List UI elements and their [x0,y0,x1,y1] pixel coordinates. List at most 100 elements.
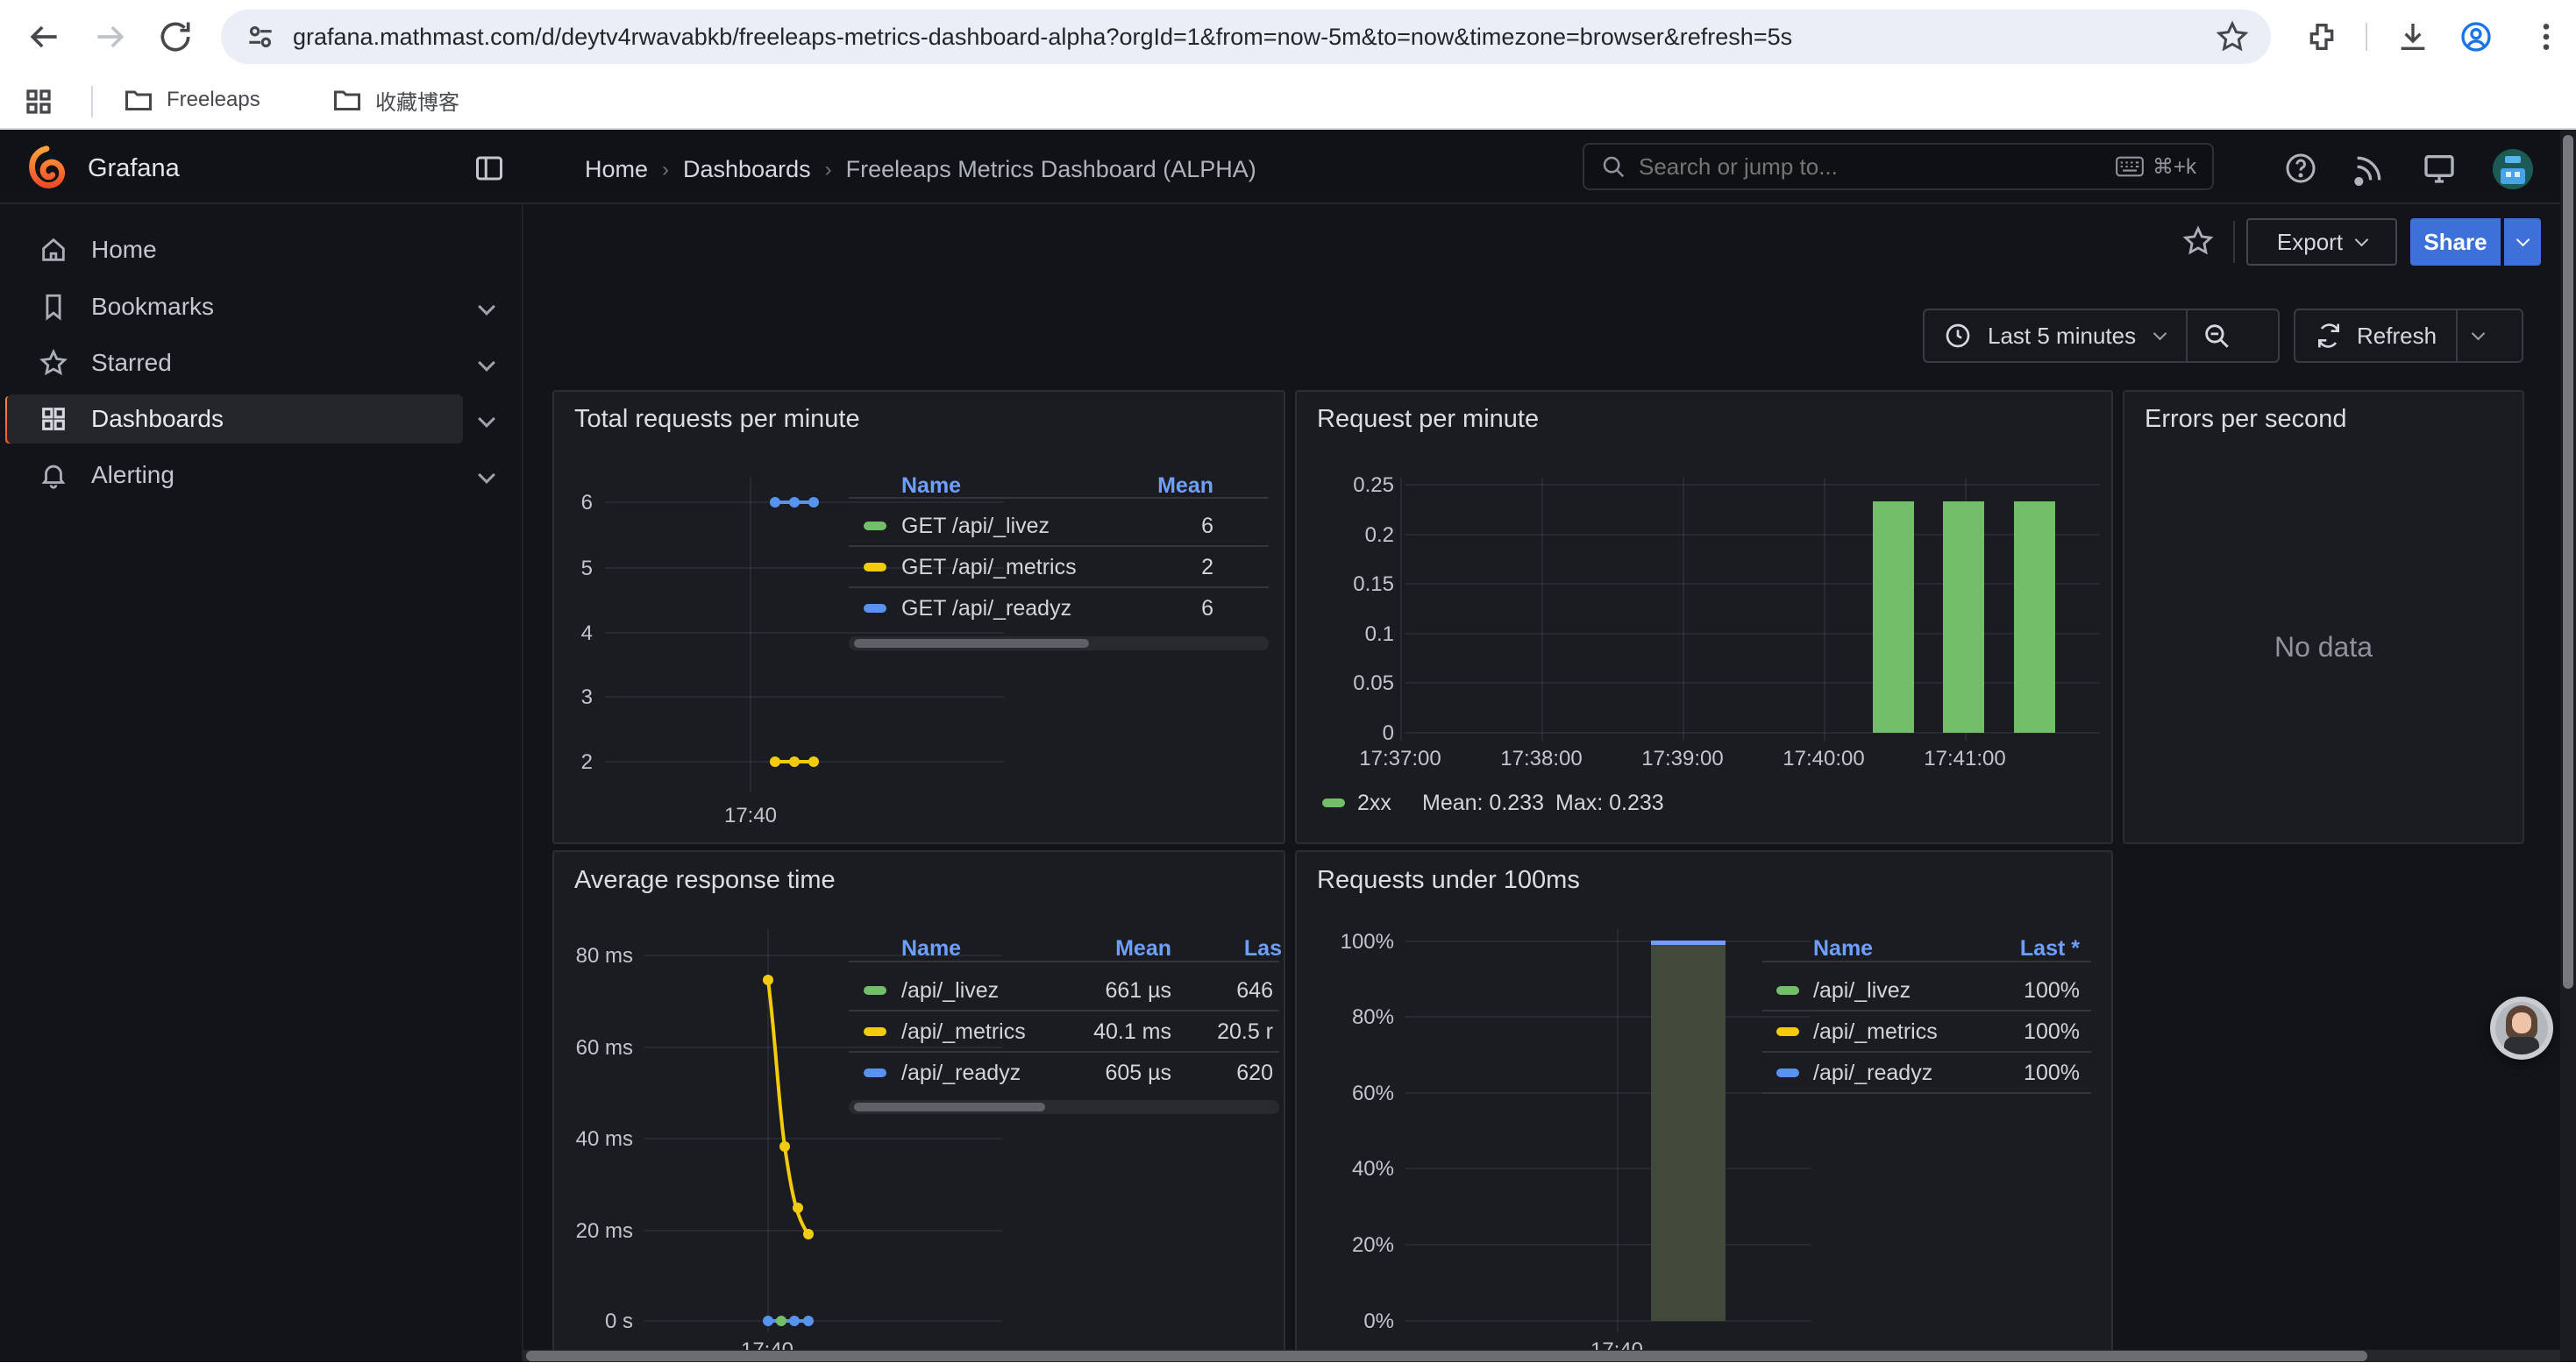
legend-series-label[interactable]: /api/_readyz [901,1061,1021,1086]
bookmark-folder-blogs[interactable]: 收藏博客 [331,84,459,116]
bar-2xx [1943,501,1984,733]
gridline [1405,534,2100,536]
legend-series-label[interactable]: /api/_metrics [901,1019,1026,1045]
bookmark-star-icon[interactable] [2215,19,2250,54]
legend-series-label[interactable]: GET /api/_livez [901,514,1050,539]
legend-series-label[interactable]: /api/_readyz [1813,1061,1932,1086]
sidebar-item-alerting[interactable]: Alerting [7,451,463,500]
legend-series-label[interactable]: /api/_metrics [1813,1019,1938,1045]
legend-series-label[interactable]: 2xx [1357,791,1391,816]
panel-title[interactable]: Errors per second [2145,405,2347,434]
download-icon[interactable] [2395,19,2430,54]
legend-series-label[interactable]: GET /api/_readyz [901,596,1071,621]
search-input[interactable] [1639,153,2103,181]
legend-header-mean[interactable]: Mean [1126,473,1213,499]
y-tick: 0% [1306,1310,1394,1334]
breadcrumb: Home › Dashboards › Freeleaps Metrics Da… [585,156,1256,183]
area-fill-under-100ms [1651,945,1726,1321]
panel-title[interactable]: Total requests per minute [574,405,860,434]
extensions-icon[interactable] [2304,19,2339,54]
y-tick: 80% [1306,1005,1394,1030]
url-bar[interactable]: grafana.mathmast.com/d/deytv4rwavabkb/fr… [221,10,2271,64]
profile-icon[interactable] [2459,19,2494,54]
avatar-pixel [2506,172,2511,177]
gridline [1405,941,1811,942]
brand-name: Grafana [88,154,180,183]
y-tick: 80 ms [545,944,633,969]
search-shortcut: ⌘+k [2116,154,2196,180]
news-rss-icon[interactable] [2352,151,2387,186]
time-range-picker[interactable]: Last 5 minutes [1923,309,2280,363]
grafana-logo-icon[interactable] [26,146,67,189]
series-swatch [1776,986,1799,995]
legend-series-label[interactable]: /api/_livez [901,978,999,1004]
chevron-down-icon [2153,326,2167,340]
bell-icon [39,460,68,490]
url-text[interactable]: grafana.mathmast.com/d/deytv4rwavabkb/fr… [293,24,2215,51]
panel-title[interactable]: Requests under 100ms [1317,866,1580,895]
apps-grid-icon[interactable] [23,86,54,117]
sidebar-item-home[interactable]: Home [7,225,463,274]
home-icon [39,235,68,265]
panel-title[interactable]: Request per minute [1317,405,1539,434]
avatar-pixel [2515,172,2520,177]
sidebar-item-bookmarks[interactable]: Bookmarks [7,282,463,331]
legend-header-mean[interactable]: Mean [1066,936,1171,962]
y-tick: 100% [1306,930,1394,955]
horizontal-scrollbar-thumb[interactable] [526,1351,2367,1361]
legend-header-last[interactable]: Last * [1975,936,2080,962]
legend-scrollbar-thumb[interactable] [854,639,1089,648]
share-button[interactable]: Share [2410,218,2501,266]
legend-header-name[interactable]: Name [901,936,961,962]
gridline [1405,583,2100,585]
search-box[interactable]: ⌘+k [1583,143,2214,190]
forward-icon[interactable] [91,18,130,56]
y-tick: 5 [523,557,593,581]
bookmark-folder-freeleaps[interactable]: Freeleaps [123,84,260,116]
org-avatar[interactable] [2493,149,2533,189]
refresh-control[interactable]: Refresh [2294,309,2523,363]
reload-icon[interactable] [156,18,195,56]
group-divider [2186,310,2188,361]
sidebar-item-starred[interactable]: Starred [7,338,463,387]
menu-kebab-icon[interactable] [2529,19,2564,54]
legend-divider [1762,1051,2091,1053]
back-icon[interactable] [25,18,63,56]
legend-series-label[interactable]: /api/_livez [1813,978,1911,1004]
sidebar-toggle-icon[interactable] [473,153,505,184]
y-tick: 20% [1306,1233,1394,1258]
legend-value: 40.1 ms [1066,1019,1171,1045]
zoom-out-icon[interactable] [2202,321,2231,351]
chevron-down-icon [2516,232,2530,246]
favorite-star-icon[interactable] [2181,224,2215,258]
vertical-scrollbar-thumb[interactable] [2563,135,2573,989]
legend-value: 620 [1177,1061,1273,1086]
breadcrumb-current: Freeleaps Metrics Dashboard (ALPHA) [846,156,1256,183]
legend-header-last[interactable]: Las [1220,936,1282,962]
site-info-icon[interactable] [244,20,277,53]
legend-header-name[interactable]: Name [901,473,961,499]
legend-value: 100% [1975,978,2080,1004]
sidebar-item-label: Home [91,236,157,264]
assistant-avatar-widget[interactable] [2490,997,2553,1060]
gridline [1405,1092,1811,1094]
tv-kiosk-icon[interactable] [2422,151,2457,186]
gridline [1405,1168,1811,1169]
breadcrumb-dashboards[interactable]: Dashboards [683,156,811,183]
x-tick: 17:40 [715,804,786,828]
sidebar-item-label: Bookmarks [91,293,214,321]
avatar-inner [2495,1002,2548,1054]
sidebar-item-dashboards[interactable]: Dashboards [7,394,463,444]
help-icon[interactable] [2283,151,2318,186]
legend-series-label[interactable]: GET /api/_metrics [901,555,1077,580]
legend-value: 20.5 r [1177,1019,1273,1045]
panel-title[interactable]: Average response time [574,866,836,895]
breadcrumb-home[interactable]: Home [585,156,648,183]
gridline [1683,478,1684,741]
legend-header-name[interactable]: Name [1813,936,1873,962]
no-data-message: No data [2123,631,2524,664]
share-dropdown-button[interactable] [2504,218,2541,266]
export-button[interactable]: Export [2246,218,2397,266]
gridline [1405,1320,1811,1322]
legend-scrollbar-thumb[interactable] [854,1103,1045,1111]
